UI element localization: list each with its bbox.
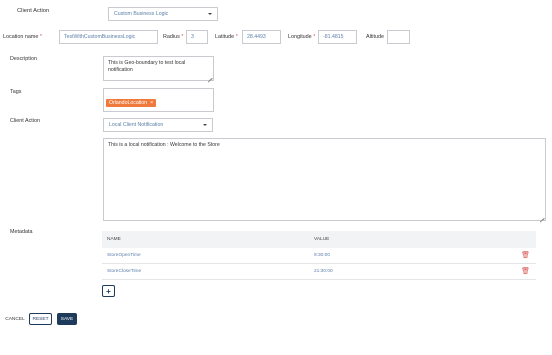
- table-row: StoreOpenTime 9:30:00 🗑: [102, 248, 536, 264]
- resize-grip-icon[interactable]: [539, 214, 544, 219]
- add-metadata-button[interactable]: +: [102, 285, 115, 297]
- altitude-input[interactable]: [387, 30, 410, 44]
- client-action-label: Client Action: [10, 118, 40, 124]
- latitude-label: Latitude *: [215, 34, 238, 40]
- tag-remove-icon[interactable]: ×: [150, 100, 153, 106]
- tags-input[interactable]: OrlandoLocation ×: [103, 88, 214, 112]
- save-button[interactable]: SAVE: [57, 313, 77, 325]
- location-name-label: Location name *: [3, 34, 42, 40]
- radius-label: Radius *: [163, 34, 184, 40]
- longitude-label: Longitude *: [288, 34, 316, 40]
- reset-button[interactable]: RESET: [29, 313, 52, 325]
- radius-input[interactable]: 3: [186, 30, 208, 44]
- resize-grip-icon[interactable]: [207, 74, 212, 79]
- notification-value: This is a local notification : Welcome t…: [108, 142, 220, 148]
- metadata-col-value: VALUE: [314, 237, 330, 242]
- chevron-down-icon: [208, 13, 212, 15]
- chevron-down-icon: [203, 124, 207, 126]
- client-action-top-label: Client Action: [17, 8, 50, 14]
- client-action-value: Local Client Notification: [109, 122, 164, 128]
- cancel-button[interactable]: CANCEL: [3, 313, 27, 325]
- metadata-table: NAME VALUE StoreOpenTime 9:30:00 🗑 Store…: [102, 231, 536, 280]
- tags-label: Tags: [10, 89, 22, 95]
- metadata-row-name: StoreOpenTime: [107, 253, 141, 258]
- metadata-label: Metadata: [10, 229, 33, 235]
- description-value: This is Geo-boundary to test local notif…: [108, 60, 186, 73]
- location-name-input[interactable]: TestWithCustomBusinessLogic: [59, 30, 158, 44]
- metadata-row-value: 9:30:00: [314, 253, 331, 258]
- table-row: StoreCloseTime 21:30:00 🗑: [102, 264, 536, 280]
- delete-row-icon[interactable]: 🗑: [521, 268, 530, 275]
- metadata-row-value: 21:30:00: [314, 269, 333, 274]
- altitude-label: Altitude: [366, 34, 384, 40]
- metadata-row-name: StoreCloseTime: [107, 269, 142, 274]
- description-textarea[interactable]: This is Geo-boundary to test local notif…: [103, 56, 214, 81]
- longitude-input[interactable]: -81.4815: [318, 30, 357, 44]
- metadata-header: NAME VALUE: [102, 231, 536, 248]
- client-action-select[interactable]: Local Client Notification: [103, 118, 213, 132]
- client-action-top-value: Custom Business Logic: [114, 11, 169, 17]
- tag-chip: OrlandoLocation ×: [106, 99, 157, 107]
- description-label: Description: [10, 56, 37, 62]
- delete-row-icon[interactable]: 🗑: [521, 252, 530, 259]
- metadata-col-name: NAME: [107, 237, 121, 242]
- notification-textarea[interactable]: This is a local notification : Welcome t…: [103, 138, 546, 221]
- tag-chip-label: OrlandoLocation: [109, 100, 148, 106]
- latitude-input[interactable]: 28.4493: [242, 30, 281, 44]
- client-action-top-select[interactable]: Custom Business Logic: [108, 7, 218, 21]
